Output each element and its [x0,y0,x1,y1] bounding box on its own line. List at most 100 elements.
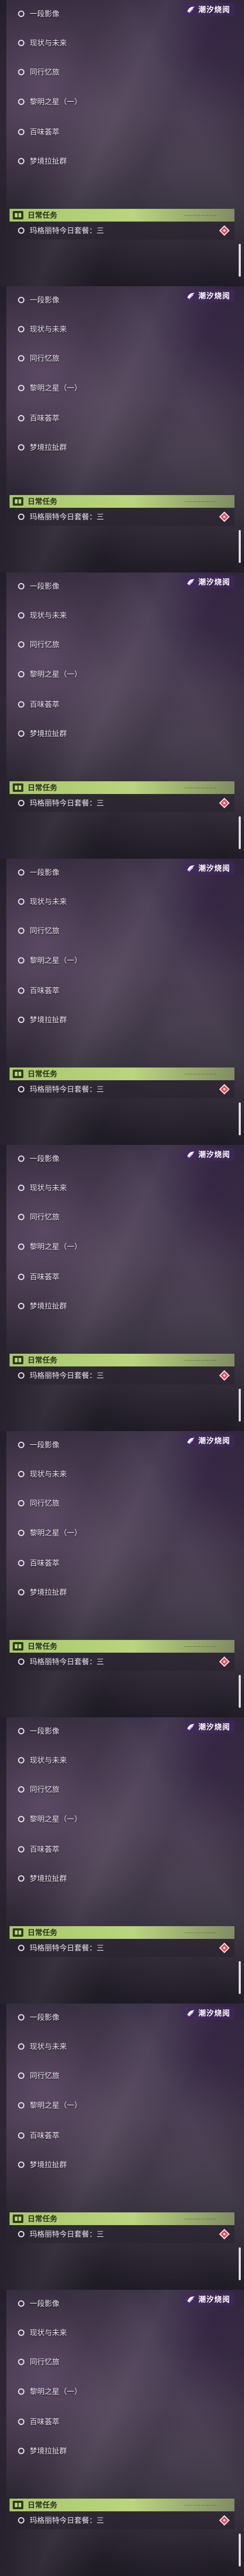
quest-item[interactable]: 一段影像 [18,1151,232,1166]
ring-icon [18,2072,24,2079]
daily-task-header[interactable]: 日常任务 [10,1926,234,1939]
scrollbar[interactable] [239,530,241,563]
quest-item[interactable]: 黎明之星（一） [18,381,232,395]
map-marker-icon[interactable] [219,511,230,522]
daily-task-item[interactable]: 玛格丽特今日套餐：三 [10,1080,234,1098]
book-icon [13,1070,23,1078]
quest-item[interactable]: 黎明之星（一） [18,1812,232,1827]
quest-item[interactable]: 梦境拉扯群 [18,2443,232,2458]
daily-task-header[interactable]: 日常任务 [10,1640,234,1653]
map-marker-icon[interactable] [219,225,230,236]
quest-item[interactable]: 百味荟萃 [18,125,232,139]
quest-item[interactable]: 现状与未来 [18,2039,232,2054]
quest-item[interactable]: 梦境拉扯群 [18,1585,232,1600]
quest-item[interactable]: 黎明之星（一） [18,667,232,682]
quest-item[interactable]: 百味荟萃 [18,1269,232,1284]
quest-item[interactable]: 梦境拉扯群 [18,1012,232,1027]
map-marker-icon[interactable] [219,798,230,808]
quest-item[interactable]: 现状与未来 [18,2325,232,2340]
daily-task-header[interactable]: 日常任务 [10,2212,234,2225]
quest-item[interactable]: 一段影像 [18,579,232,594]
quest-item[interactable]: 百味荟萃 [18,411,232,426]
quest-item[interactable]: 黎明之星（一） [18,1239,232,1254]
quest-item[interactable]: 一段影像 [18,293,232,307]
ring-icon [18,1816,24,1822]
quest-item-label: 梦境拉扯群 [30,2447,67,2456]
scrollbar[interactable] [239,1675,241,1708]
quest-item[interactable]: 黎明之星（一） [18,953,232,968]
quest-item[interactable]: 百味荟萃 [18,2128,232,2143]
scrollbar[interactable] [239,1102,241,1135]
map-marker-icon[interactable] [219,1370,230,1381]
daily-task-item[interactable]: 玛格丽特今日套餐：三 [10,2511,234,2529]
quest-item[interactable]: 同行忆旅 [18,2068,232,2083]
daily-task-item[interactable]: 玛格丽特今日套餐：三 [10,2225,234,2243]
quest-item[interactable]: 同行忆旅 [18,351,232,366]
quest-item[interactable]: 现状与未来 [18,322,232,337]
quest-item[interactable]: 现状与未来 [18,894,232,909]
quest-item[interactable]: 百味荟萃 [18,697,232,712]
quest-item[interactable]: 现状与未来 [18,1180,232,1195]
daily-task-item[interactable]: 玛格丽特今日套餐：三 [10,1939,234,1957]
quest-item-label: 梦境拉扯群 [30,1016,67,1025]
scrollbar[interactable] [239,1961,241,1994]
daily-task-header[interactable]: 日常任务 [10,781,234,794]
ring-icon [18,1658,24,1665]
quest-item[interactable]: 一段影像 [18,865,232,880]
quest-item[interactable]: 一段影像 [18,2296,232,2311]
daily-task-header[interactable]: 日常任务 [10,1068,234,1080]
quest-item[interactable]: 同行忆旅 [18,1782,232,1797]
scrollbar[interactable] [239,1389,241,1422]
daily-task-item[interactable]: 玛格丽特今日套餐：三 [10,1653,234,1671]
map-marker-icon[interactable] [219,1943,230,1953]
quest-item[interactable]: 同行忆旅 [18,923,232,938]
quest-item[interactable]: 一段影像 [18,2010,232,2025]
daily-task-header[interactable]: 日常任务 [10,1354,234,1366]
quest-item[interactable]: 现状与未来 [18,608,232,623]
quest-item[interactable]: 百味荟萃 [18,983,232,998]
quest-item[interactable]: 梦境拉扯群 [18,1871,232,1886]
quest-item[interactable]: 黎明之星（一） [18,1525,232,1540]
quest-item[interactable]: 一段影像 [18,6,232,21]
quest-item[interactable]: 现状与未来 [18,36,232,50]
quest-item[interactable]: 同行忆旅 [18,65,232,80]
quest-item[interactable]: 百味荟萃 [18,1556,232,1571]
scrollbar[interactable] [239,816,241,849]
quest-item[interactable]: 梦境拉扯群 [18,154,232,169]
map-marker-icon[interactable] [219,2229,230,2239]
quest-item[interactable]: 同行忆旅 [18,637,232,652]
quest-item[interactable]: 同行忆旅 [18,1210,232,1224]
quest-item[interactable]: 一段影像 [18,1724,232,1739]
daily-task-item[interactable]: 玛格丽特今日套餐：三 [10,794,234,812]
quest-item[interactable]: 同行忆旅 [18,2354,232,2369]
quest-item[interactable]: 黎明之星（一） [18,94,232,109]
daily-task-header[interactable]: 日常任务 [10,209,234,222]
daily-task-item[interactable]: 玛格丽特今日套餐：三 [10,508,234,526]
ring-icon [18,385,24,391]
quest-item[interactable]: 黎明之星（一） [18,2384,232,2399]
map-marker-icon[interactable] [219,2515,230,2526]
map-marker-icon[interactable] [219,1656,230,1667]
quest-item[interactable]: 黎明之星（一） [18,2098,232,2113]
quest-item[interactable]: 百味荟萃 [18,2414,232,2429]
daily-task-item[interactable]: 玛格丽特今日套餐：三 [10,222,234,240]
daily-task-header[interactable]: 日常任务 [10,2499,234,2511]
quest-item[interactable]: 同行忆旅 [18,1496,232,1511]
quest-item[interactable]: 百味荟萃 [18,1842,232,1857]
ring-icon [18,514,24,520]
map-marker-icon[interactable] [219,1084,230,1095]
daily-task-item[interactable]: 玛格丽特今日套餐：三 [10,1366,234,1384]
quest-item[interactable]: 现状与未来 [18,1467,232,1481]
scrollbar[interactable] [239,2247,241,2280]
quest-item-label: 黎明之星（一） [30,671,82,679]
quest-item[interactable]: 一段影像 [18,1437,232,1452]
quest-item[interactable]: 梦境拉扯群 [18,2157,232,2172]
quest-item[interactable]: 梦境拉扯群 [18,1299,232,1313]
quest-item[interactable]: 梦境拉扯群 [18,726,232,741]
quest-item[interactable]: 梦境拉扯群 [18,440,232,455]
quest-item[interactable]: 现状与未来 [18,1753,232,1768]
scrollbar[interactable] [239,2534,241,2566]
quest-item-label: 百味荟萃 [30,1559,59,1568]
scrollbar[interactable] [239,244,241,277]
daily-task-header[interactable]: 日常任务 [10,495,234,508]
